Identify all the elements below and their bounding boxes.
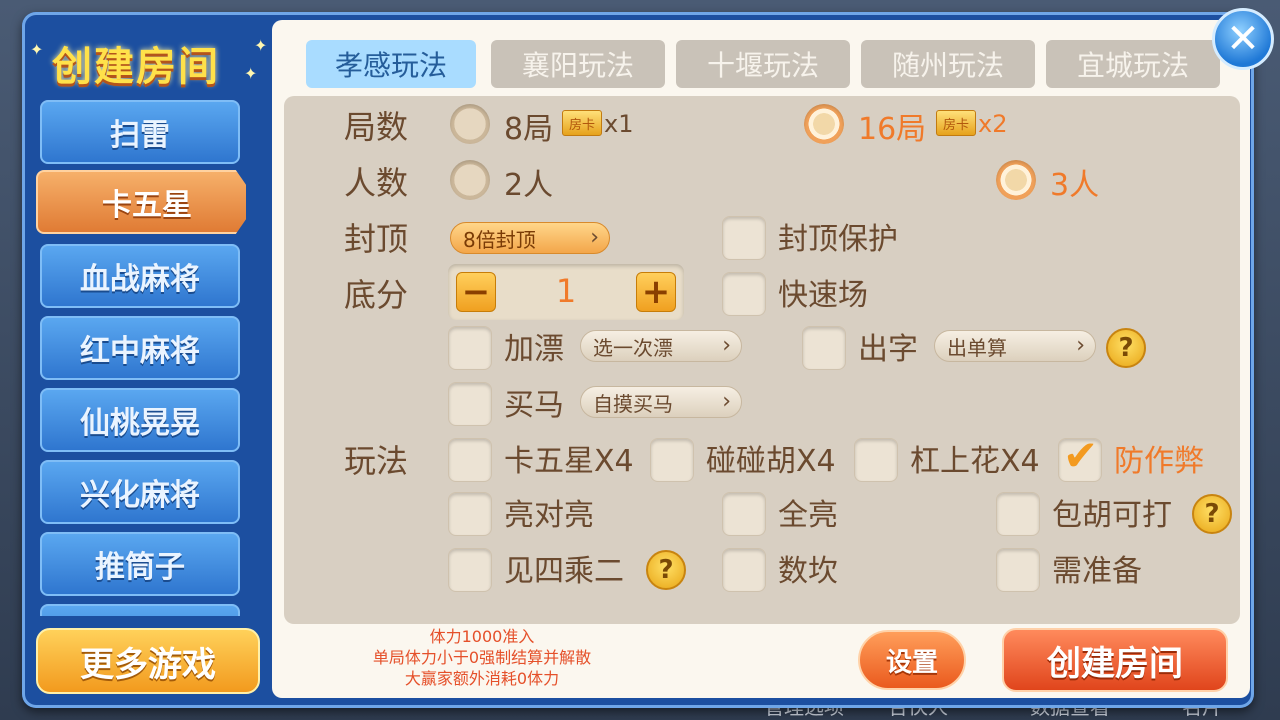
rule-liangduiliang-checkbox[interactable] (448, 492, 492, 536)
notice-line: 大赢家额外消耗0体力 (404, 669, 560, 688)
chevron-right-icon: › (1076, 333, 1085, 358)
piao-dropdown-value: 选一次漂 (593, 335, 673, 360)
tab-suizhou[interactable]: 随州玩法 (861, 40, 1035, 88)
rule-anticheat-label: 防作弊 (1114, 444, 1204, 479)
sidebar-item-saolei[interactable]: 扫雷 (40, 100, 240, 164)
rule-ready-label: 需准备 (1052, 554, 1142, 589)
sparkle-icon: ✦ (30, 40, 44, 59)
rules-label: 玩法 (344, 442, 409, 480)
chuzi-dropdown-value: 出单算 (947, 335, 1007, 360)
rule-pengpenghu-label: 碰碰胡X4 (706, 444, 836, 479)
players-3-label: 3人 (1050, 168, 1100, 203)
rule-jiansi-checkbox[interactable] (448, 548, 492, 592)
base-score-value: 1 (555, 272, 577, 310)
sidebar-item-hongzhong[interactable]: 红中麻将 (40, 316, 240, 380)
maima-label: 买马 (504, 388, 564, 423)
maima-dropdown[interactable]: 自摸买马 › (580, 386, 742, 418)
increment-button[interactable]: + (636, 272, 676, 312)
rule-kawuxing-label: 卡五星X4 (504, 444, 634, 479)
chevron-right-icon: › (590, 225, 599, 250)
help-icon[interactable]: ? (1192, 494, 1232, 534)
maima-checkbox[interactable] (448, 382, 492, 426)
players-2-radio[interactable] (450, 160, 490, 200)
rule-shukan-label: 数坎 (778, 554, 838, 589)
rounds-16-mult: x2 (978, 110, 1008, 138)
room-card-icon: 房卡 (562, 110, 602, 136)
help-icon[interactable]: ? (1106, 328, 1146, 368)
decrement-button[interactable]: − (456, 272, 496, 312)
notice-line: 单局体力小于0强制结算并解散 (372, 648, 592, 667)
chuzi-checkbox[interactable] (802, 326, 846, 370)
rule-quanliang-checkbox[interactable] (722, 492, 766, 536)
game-sidebar: 扫雷 卡五星 血战麻将 红中麻将 仙桃晃晃 兴化麻将 推筒子 (36, 96, 246, 616)
sidebar-item-xuezhan[interactable]: 血战麻将 (40, 244, 240, 308)
settings-area: 局数 8局 房卡 x1 16局 房卡 x2 人数 2人 3人 封顶 8倍封顶 ›… (284, 96, 1240, 624)
chuzi-dropdown[interactable]: 出单算 › (934, 330, 1096, 362)
players-label: 人数 (344, 164, 409, 202)
notice-line: 体力1000准入 (429, 627, 535, 646)
settings-panel: 孝感玩法 襄阳玩法 十堰玩法 随州玩法 宜城玩法 局数 8局 房卡 x1 16局… (272, 20, 1250, 698)
rule-shukan-checkbox[interactable] (722, 548, 766, 592)
tab-xiaogan[interactable]: 孝感玩法 (306, 40, 476, 88)
cap-protect-label: 封顶保护 (778, 222, 898, 257)
rule-baohu-label: 包胡可打 (1052, 498, 1172, 533)
rule-anticheat-checkbox[interactable]: ✔ (1058, 431, 1102, 482)
rounds-8-label: 8局 (504, 112, 554, 147)
cap-dropdown-value: 8倍封顶 (463, 227, 536, 252)
rule-kawuxing-checkbox[interactable] (448, 438, 492, 482)
rule-gangshanghua-label: 杠上花X4 (910, 444, 1040, 479)
sidebar-item-kawuxing[interactable]: 卡五星 (36, 170, 246, 234)
rule-baohu-checkbox[interactable] (996, 492, 1040, 536)
rounds-8-mult: x1 (604, 110, 634, 138)
close-icon[interactable]: ✕ (1212, 8, 1274, 70)
base-score-stepper: − 1 + (448, 264, 684, 320)
create-room-button[interactable]: 创建房间 (1002, 628, 1228, 692)
players-2-label: 2人 (504, 168, 554, 203)
rule-jiansi-label: 见四乘二 (504, 554, 624, 589)
rule-pengpenghu-checkbox[interactable] (650, 438, 694, 482)
fast-mode-label: 快速场 (778, 278, 868, 313)
room-card-icon: 房卡 (936, 110, 976, 136)
cap-label: 封顶 (344, 220, 409, 258)
rule-gangshanghua-checkbox[interactable] (854, 438, 898, 482)
fast-mode-checkbox[interactable] (722, 272, 766, 316)
rounds-16-label: 16局 (858, 112, 927, 147)
cap-dropdown[interactable]: 8倍封顶 › (450, 222, 610, 254)
sidebar-item-tuitongzi[interactable]: 推筒子 (40, 532, 240, 596)
chevron-right-icon: › (722, 389, 731, 414)
sparkle-icon: ✦ (244, 64, 258, 83)
piao-checkbox[interactable] (448, 326, 492, 370)
settings-button[interactable]: 设置 (858, 630, 966, 690)
sparkle-icon: ✦ (254, 36, 268, 55)
rounds-16-radio[interactable] (804, 104, 844, 144)
rounds-label: 局数 (344, 108, 409, 146)
dialog-title: 创建房间 (52, 44, 220, 90)
checkmark-icon: ✔ (1063, 431, 1099, 480)
piao-label: 加漂 (504, 332, 564, 367)
base-score-label: 底分 (344, 276, 409, 314)
tab-xiangyang[interactable]: 襄阳玩法 (491, 40, 665, 88)
rounds-8-radio[interactable] (450, 104, 490, 144)
sidebar-item-xinghua[interactable]: 兴化麻将 (40, 460, 240, 524)
more-games-button[interactable]: 更多游戏 (36, 628, 260, 694)
rule-ready-checkbox[interactable] (996, 548, 1040, 592)
maima-dropdown-value: 自摸买马 (593, 391, 673, 416)
help-icon[interactable]: ? (646, 550, 686, 590)
players-3-radio[interactable] (996, 160, 1036, 200)
tab-shiyan[interactable]: 十堰玩法 (676, 40, 850, 88)
chevron-right-icon: › (722, 333, 731, 358)
piao-dropdown[interactable]: 选一次漂 › (580, 330, 742, 362)
cap-protect-checkbox[interactable] (722, 216, 766, 260)
sidebar-item-xiantao[interactable]: 仙桃晃晃 (40, 388, 240, 452)
sidebar-item-partial[interactable] (40, 604, 240, 616)
chuzi-label: 出字 (858, 332, 918, 367)
tab-yicheng[interactable]: 宜城玩法 (1046, 40, 1220, 88)
rule-liangduiliang-label: 亮对亮 (504, 498, 594, 533)
rule-quanliang-label: 全亮 (778, 498, 838, 533)
stamina-notice: 体力1000准入 单局体力小于0强制结算并解散 大赢家额外消耗0体力 (352, 626, 612, 689)
